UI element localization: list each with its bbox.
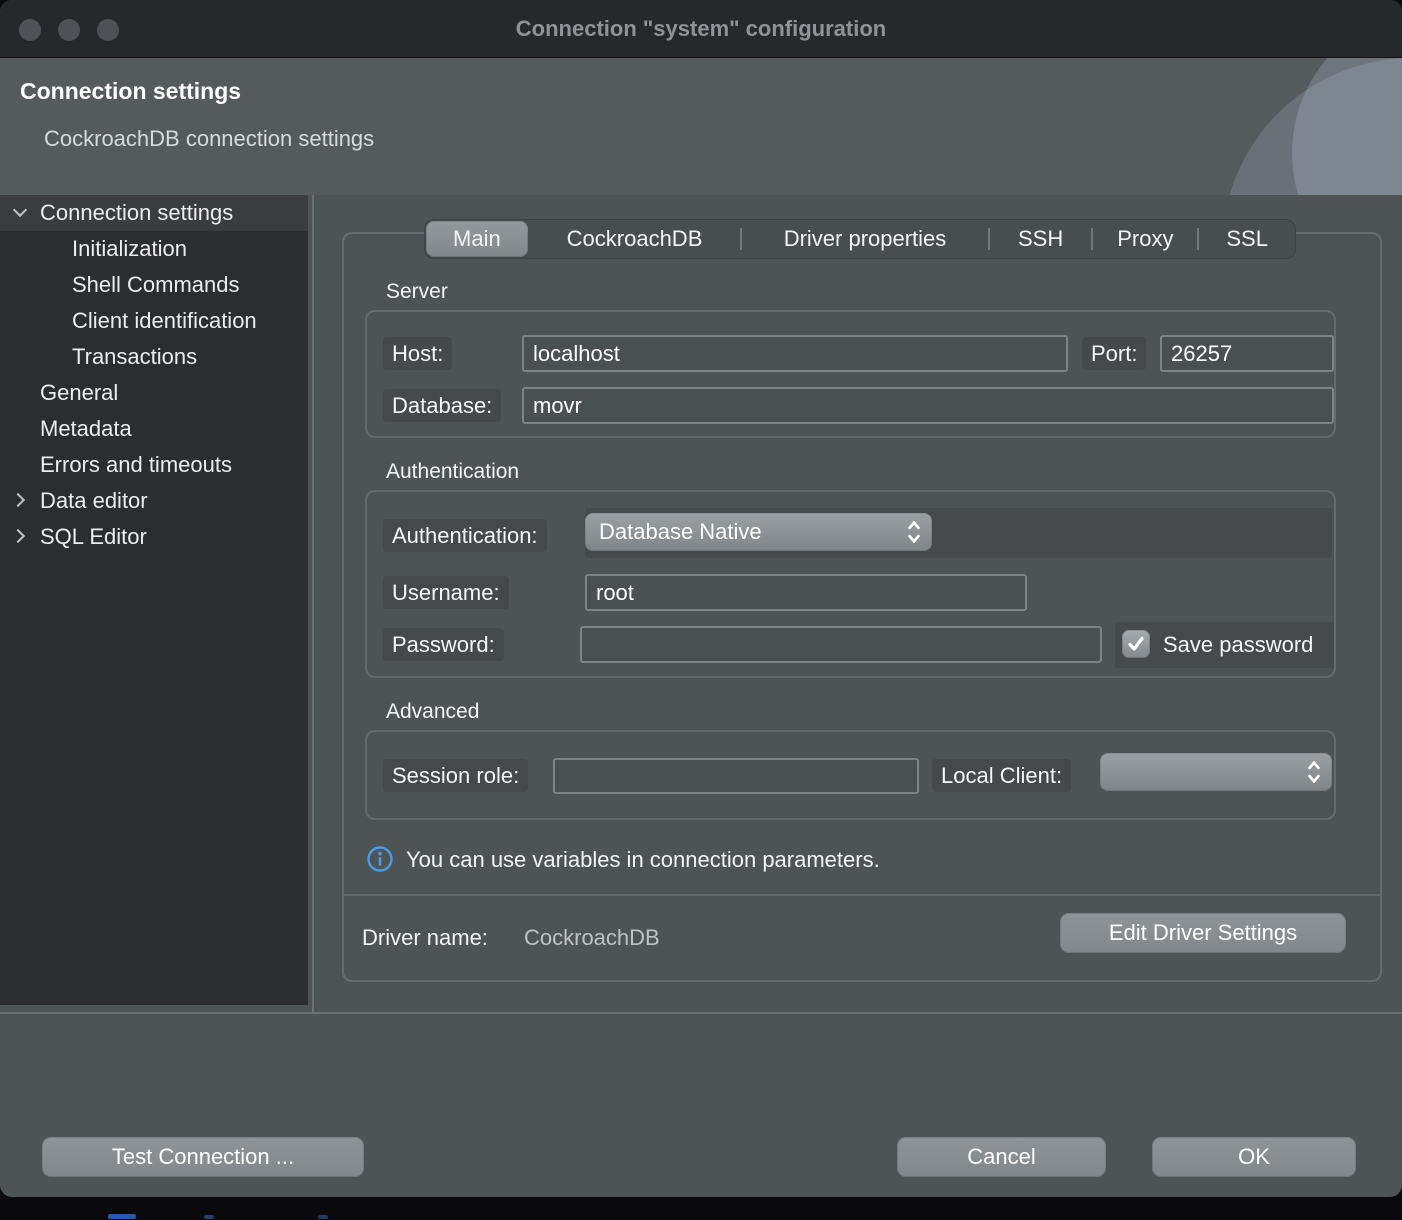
- decorative-arcs-graphic: [1202, 58, 1402, 195]
- tab-ssl[interactable]: SSL: [1199, 220, 1295, 258]
- checkmark-icon: [1126, 634, 1146, 654]
- test-connection-button[interactable]: Test Connection ...: [42, 1137, 364, 1177]
- zoom-window-button[interactable]: [97, 19, 119, 41]
- tree-item-connection-settings[interactable]: Connection settings: [0, 195, 308, 231]
- tree-item-label: Metadata: [40, 416, 132, 442]
- tree-item-shell-commands[interactable]: Shell Commands: [0, 267, 308, 303]
- save-password-label: Save password: [1163, 632, 1313, 658]
- server-section-title: Server: [386, 280, 448, 304]
- minimize-window-button[interactable]: [58, 19, 80, 41]
- session-role-label: Session role:: [383, 759, 528, 792]
- tab-ssh[interactable]: SSH: [990, 220, 1092, 258]
- authentication-select[interactable]: Database Native: [585, 513, 932, 551]
- titlebar: Connection "system" configuration: [0, 0, 1402, 58]
- tree-item-errors-and-timeouts[interactable]: Errors and timeouts: [0, 447, 308, 483]
- footer-divider: [0, 1012, 1402, 1014]
- password-input[interactable]: [580, 626, 1102, 663]
- select-chevrons-icon: [906, 519, 922, 545]
- dialog-header: Connection settings CockroachDB connecti…: [0, 58, 1402, 195]
- close-window-button[interactable]: [19, 19, 41, 41]
- database-input[interactable]: [522, 387, 1334, 424]
- driver-name-label: Driver name:: [362, 925, 488, 951]
- tree-item-sql-editor[interactable]: SQL Editor: [0, 519, 308, 555]
- server-group: Host: Port: Database:: [365, 310, 1336, 438]
- chevron-down-icon[interactable]: [10, 202, 32, 224]
- connection-config-dialog: Connection "system" configuration Connec…: [0, 0, 1402, 1197]
- tab-main[interactable]: Main: [426, 221, 528, 257]
- tree-item-label: Shell Commands: [72, 272, 240, 298]
- content-area: Main CockroachDB Driver properties SSH P…: [314, 195, 1402, 1012]
- main-tab-panel: Server Host: Port: Database: Authenticat…: [342, 232, 1382, 982]
- tree-item-client-identification[interactable]: Client identification: [0, 303, 308, 339]
- tree-item-label: Transactions: [72, 344, 197, 370]
- port-input[interactable]: [1160, 335, 1334, 372]
- save-password-checkbox[interactable]: [1122, 630, 1150, 658]
- tab-driver-properties[interactable]: Driver properties: [742, 220, 987, 258]
- chevron-right-icon[interactable]: [10, 526, 32, 548]
- dock-hint: [108, 1214, 136, 1219]
- authentication-group: Authentication: Database Native Username…: [365, 490, 1336, 678]
- advanced-section-title: Advanced: [386, 700, 479, 724]
- header-title: Connection settings: [20, 78, 241, 105]
- authentication-method-label: Authentication:: [383, 519, 547, 552]
- panel-divider: [344, 894, 1380, 896]
- traffic-lights: [19, 19, 119, 41]
- dock-hint: [318, 1215, 328, 1219]
- port-label: Port:: [1082, 337, 1146, 370]
- edit-driver-settings-button[interactable]: Edit Driver Settings: [1060, 913, 1346, 953]
- password-label: Password:: [383, 628, 504, 661]
- window-title: Connection "system" configuration: [120, 0, 1282, 58]
- tree-item-label: Initialization: [72, 236, 187, 262]
- tree-item-label: Client identification: [72, 308, 257, 334]
- tree-item-label: Errors and timeouts: [40, 452, 232, 478]
- select-chevrons-icon: [1306, 759, 1322, 785]
- tree-item-metadata[interactable]: Metadata: [0, 411, 308, 447]
- tree-item-label: General: [40, 380, 118, 406]
- ok-button[interactable]: OK: [1152, 1137, 1356, 1177]
- advanced-group: Session role: Local Client:: [365, 730, 1336, 820]
- host-label: Host:: [383, 337, 452, 370]
- authentication-section-title: Authentication: [386, 460, 519, 484]
- username-label: Username:: [383, 576, 509, 609]
- database-label: Database:: [383, 389, 501, 422]
- host-input[interactable]: [522, 335, 1068, 372]
- tree-item-label: SQL Editor: [40, 524, 147, 550]
- local-client-select[interactable]: [1100, 753, 1332, 791]
- tab-cockroachdb[interactable]: CockroachDB: [529, 220, 741, 258]
- tab-bar: Main CockroachDB Driver properties SSH P…: [424, 219, 1296, 259]
- authentication-select-value: Database Native: [599, 519, 762, 545]
- tree-item-general[interactable]: General: [0, 375, 308, 411]
- info-icon: [366, 845, 394, 873]
- local-client-label: Local Client:: [932, 759, 1071, 792]
- username-input[interactable]: [585, 574, 1027, 611]
- tree-item-data-editor[interactable]: Data editor: [0, 483, 308, 519]
- session-role-input[interactable]: [553, 758, 919, 794]
- tree-item-transactions[interactable]: Transactions: [0, 339, 308, 375]
- tree-item-label: Data editor: [40, 488, 148, 514]
- tab-proxy[interactable]: Proxy: [1093, 220, 1197, 258]
- driver-name-value: CockroachDB: [524, 925, 660, 951]
- settings-tree: Connection settings Initialization Shell…: [0, 195, 308, 1005]
- tree-item-label: Connection settings: [40, 200, 233, 226]
- dock-hint: [204, 1215, 214, 1219]
- tree-item-initialization[interactable]: Initialization: [0, 231, 308, 267]
- chevron-right-icon[interactable]: [10, 490, 32, 512]
- cancel-button[interactable]: Cancel: [897, 1137, 1106, 1177]
- header-subtitle: CockroachDB connection settings: [44, 126, 374, 152]
- variables-hint-text: You can use variables in connection para…: [406, 847, 880, 873]
